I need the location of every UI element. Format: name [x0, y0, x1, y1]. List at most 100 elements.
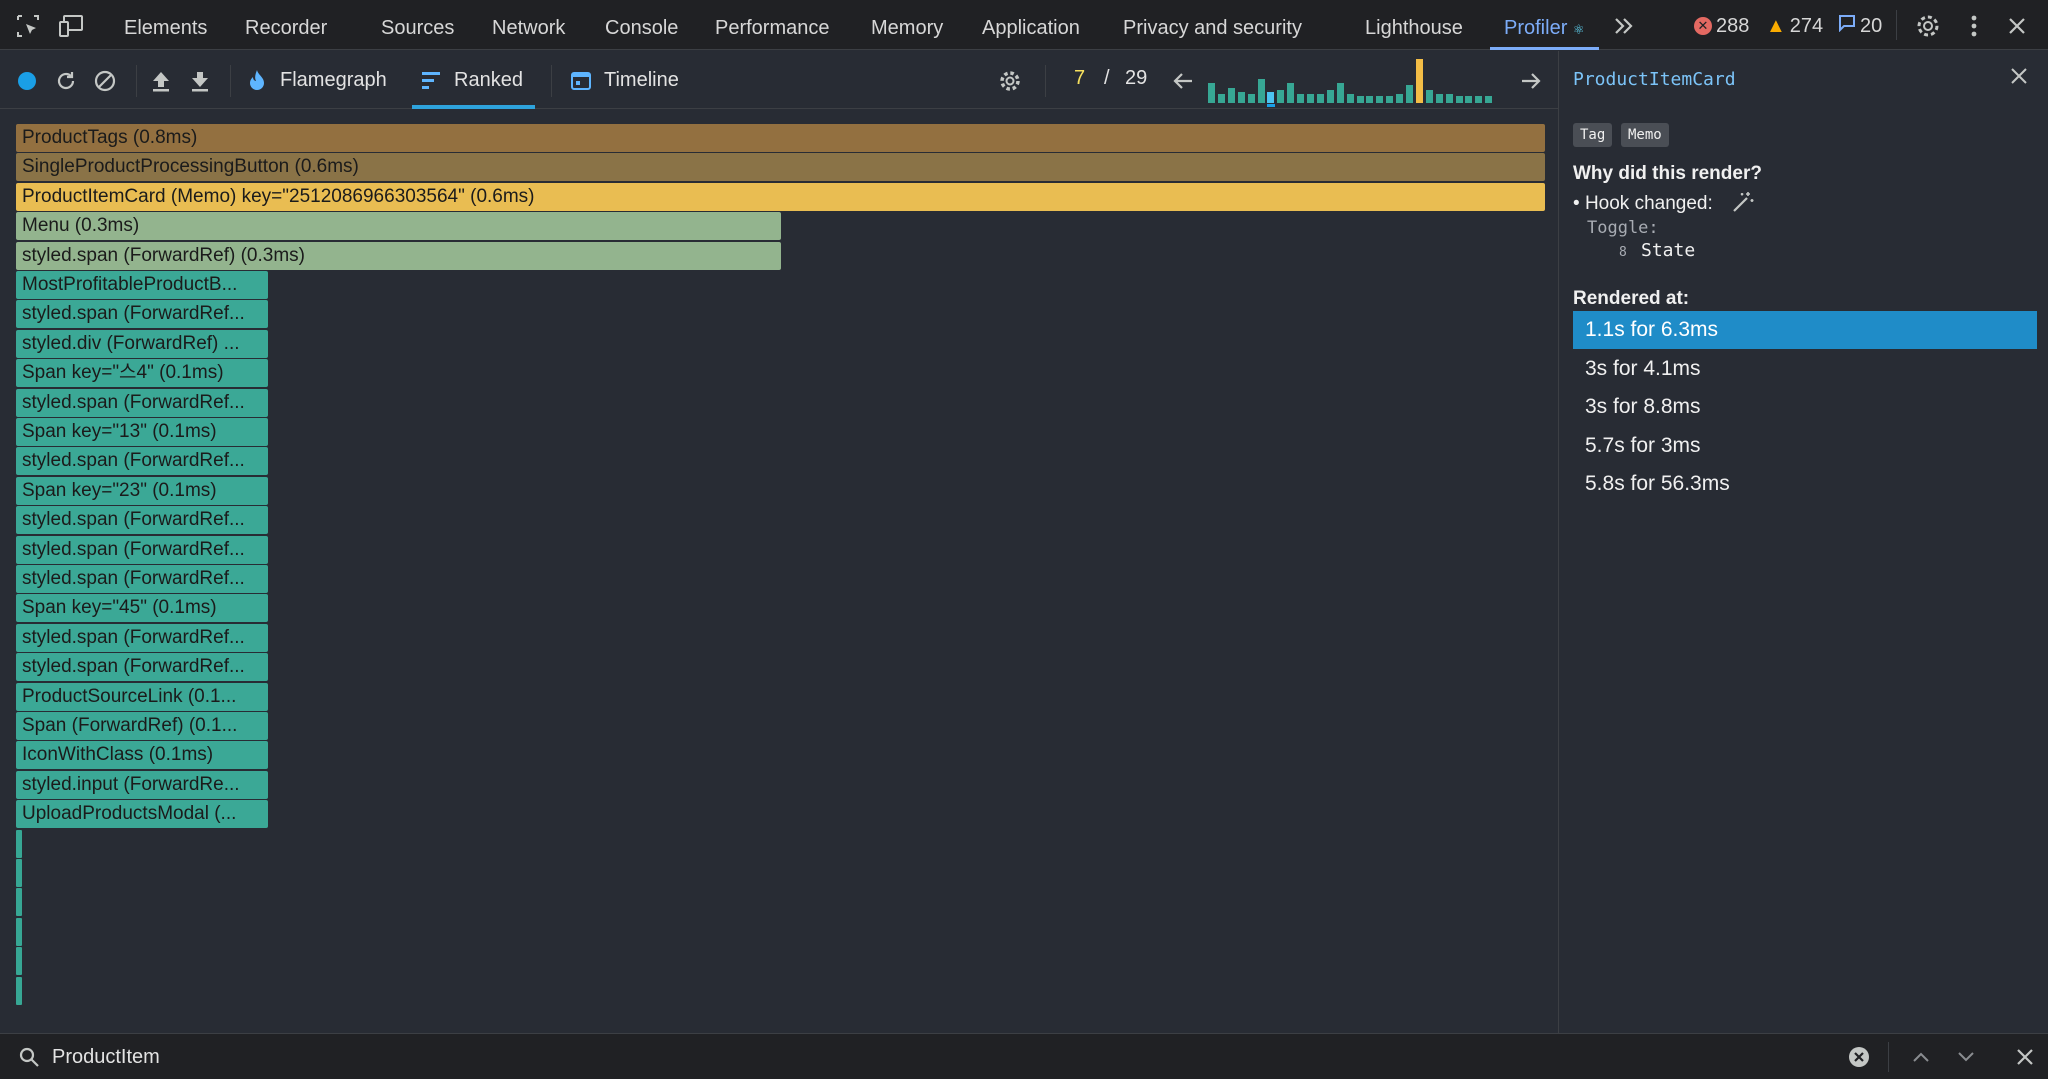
load-profile-button[interactable]: [146, 66, 176, 96]
tab-application[interactable]: Application: [982, 0, 1080, 50]
close-search-icon[interactable]: [2012, 1044, 2038, 1070]
commit-bar[interactable]: [1297, 94, 1305, 103]
ranked-row[interactable]: styled.span (ForwardRef...: [16, 389, 268, 417]
commit-bar[interactable]: [1257, 79, 1265, 103]
ranked-row[interactable]: MostProfitableProductB...: [16, 271, 268, 299]
ranked-row[interactable]: styled.div (ForwardRef) ...: [16, 330, 268, 358]
commit-bar[interactable]: [1455, 96, 1463, 103]
render-time-item[interactable]: 3s for 8.8ms: [1573, 388, 2037, 426]
warning-count-badge[interactable]: ▲ 274: [1766, 14, 1823, 38]
ranked-row[interactable]: Menu (0.3ms): [16, 212, 781, 240]
commit-bar[interactable]: [1366, 96, 1374, 103]
message-count-badge[interactable]: 20: [1838, 14, 1882, 38]
commit-bar[interactable]: [1406, 85, 1413, 103]
error-count-badge[interactable]: ✕ 288: [1694, 14, 1749, 38]
inspect-element-icon[interactable]: [14, 13, 42, 39]
ranked-row[interactable]: styled.span (ForwardRef...: [16, 300, 268, 328]
render-time-item[interactable]: 1.1s for 6.3ms: [1573, 311, 2037, 349]
profiler-settings-button[interactable]: [995, 66, 1025, 96]
commit-bar[interactable]: [1435, 94, 1443, 103]
commit-bar[interactable]: [1237, 92, 1245, 103]
commit-bar[interactable]: [1485, 96, 1493, 103]
device-toggle-icon[interactable]: [58, 13, 86, 39]
render-time-item[interactable]: 5.7s for 3ms: [1573, 427, 2037, 465]
commit-bar[interactable]: [1386, 96, 1394, 103]
close-panel-icon[interactable]: [2005, 63, 2033, 89]
commit-bar[interactable]: [1307, 94, 1314, 103]
ranked-row-sliver[interactable]: [16, 888, 22, 916]
tab-console[interactable]: Console: [605, 0, 678, 50]
ranked-mode-button[interactable]: Ranked: [412, 51, 535, 109]
reload-and-profile-button[interactable]: [51, 66, 81, 96]
tab-network[interactable]: Network: [492, 0, 565, 50]
ranked-row[interactable]: IconWithClass (0.1ms): [16, 741, 268, 769]
commit-bar[interactable]: [1208, 83, 1215, 103]
render-time-item[interactable]: 3s for 4.1ms: [1573, 350, 2037, 388]
commit-bar[interactable]: [1346, 94, 1354, 103]
commit-bar[interactable]: [1396, 94, 1404, 103]
tab-lighthouse[interactable]: Lighthouse: [1365, 0, 1463, 50]
commit-bar[interactable]: [1227, 88, 1235, 103]
ranked-row[interactable]: styled.input (ForwardRe...: [16, 771, 268, 799]
next-commit-button[interactable]: [1516, 66, 1546, 96]
clear-profiling-button[interactable]: [90, 66, 120, 96]
record-button[interactable]: [12, 66, 42, 96]
commit-bar[interactable]: [1247, 94, 1255, 103]
commit-bar[interactable]: [1415, 59, 1423, 103]
magic-wand-icon[interactable]: [1729, 189, 1757, 215]
save-profile-button[interactable]: [185, 66, 215, 96]
commit-bar[interactable]: [1316, 94, 1324, 103]
timeline-mode-button[interactable]: Timeline: [570, 51, 679, 109]
ranked-row[interactable]: ProductSourceLink (0.1...: [16, 683, 268, 711]
ranked-row[interactable]: ProductTags (0.8ms): [16, 124, 1545, 152]
tab-elements[interactable]: Elements: [124, 0, 207, 50]
next-match-icon[interactable]: [1953, 1044, 1979, 1070]
render-time-item[interactable]: 5.8s for 56.3ms: [1573, 465, 2037, 503]
ranked-row[interactable]: styled.span (ForwardRef...: [16, 506, 268, 534]
commit-bar[interactable]: [1445, 94, 1453, 103]
ranked-row[interactable]: SingleProductProcessingButton (0.6ms): [16, 153, 1545, 181]
close-devtools-icon[interactable]: [2003, 13, 2031, 39]
ranked-row[interactable]: styled.span (ForwardRef...: [16, 447, 268, 475]
tab-performance[interactable]: Performance: [715, 0, 830, 50]
clear-search-icon[interactable]: [1846, 1044, 1872, 1070]
ranked-row[interactable]: Span key="45" (0.1ms): [16, 594, 268, 622]
ranked-row[interactable]: UploadProductsModal (...: [16, 800, 268, 828]
ranked-row[interactable]: styled.span (ForwardRef...: [16, 565, 268, 593]
ranked-row[interactable]: styled.span (ForwardRef...: [16, 624, 268, 652]
commit-bar[interactable]: [1465, 96, 1473, 103]
previous-commit-button[interactable]: [1168, 66, 1198, 96]
tab-sources[interactable]: Sources: [381, 0, 454, 50]
commit-bar[interactable]: [1425, 90, 1433, 103]
tab-profiler[interactable]: Profiler ⚛: [1490, 0, 1599, 50]
commit-bar[interactable]: [1326, 90, 1334, 103]
commit-bar[interactable]: [1217, 94, 1225, 103]
ranked-row-sliver[interactable]: [16, 918, 22, 946]
search-input[interactable]: [52, 1042, 1832, 1072]
commit-bar[interactable]: [1356, 96, 1364, 103]
kebab-menu-icon[interactable]: [1960, 13, 1988, 39]
commit-bar[interactable]: [1376, 96, 1384, 103]
ranked-row[interactable]: Span key="13" (0.1ms): [16, 418, 268, 446]
ranked-row[interactable]: Span key="23" (0.1ms): [16, 477, 268, 505]
previous-match-icon[interactable]: [1908, 1044, 1934, 1070]
tab-privacy-and-security[interactable]: Privacy and security: [1123, 0, 1302, 50]
commit-bar[interactable]: [1267, 92, 1275, 103]
ranked-row[interactable]: styled.span (ForwardRef...: [16, 536, 268, 564]
commit-bar[interactable]: [1336, 83, 1344, 103]
commit-bar[interactable]: [1277, 90, 1285, 103]
ranked-row[interactable]: styled.span (ForwardRef) (0.3ms): [16, 242, 781, 270]
tab-recorder[interactable]: Recorder: [245, 0, 327, 50]
commit-selector-chart[interactable]: [1208, 59, 1498, 107]
ranked-row[interactable]: Span (ForwardRef) (0.1...: [16, 712, 268, 740]
ranked-row[interactable]: styled.span (ForwardRef...: [16, 653, 268, 681]
ranked-row-sliver[interactable]: [16, 947, 22, 975]
ranked-row-sliver[interactable]: [16, 859, 22, 887]
ranked-row-sliver[interactable]: [16, 830, 22, 858]
ranked-row[interactable]: ProductItemCard (Memo) key="251208696630…: [16, 183, 1545, 211]
tab-memory[interactable]: Memory: [871, 0, 943, 50]
commit-bar[interactable]: [1475, 96, 1483, 103]
flamegraph-mode-button[interactable]: Flamegraph: [246, 51, 387, 109]
more-tabs-icon[interactable]: [1610, 13, 1638, 39]
settings-gear-icon[interactable]: [1914, 13, 1942, 39]
